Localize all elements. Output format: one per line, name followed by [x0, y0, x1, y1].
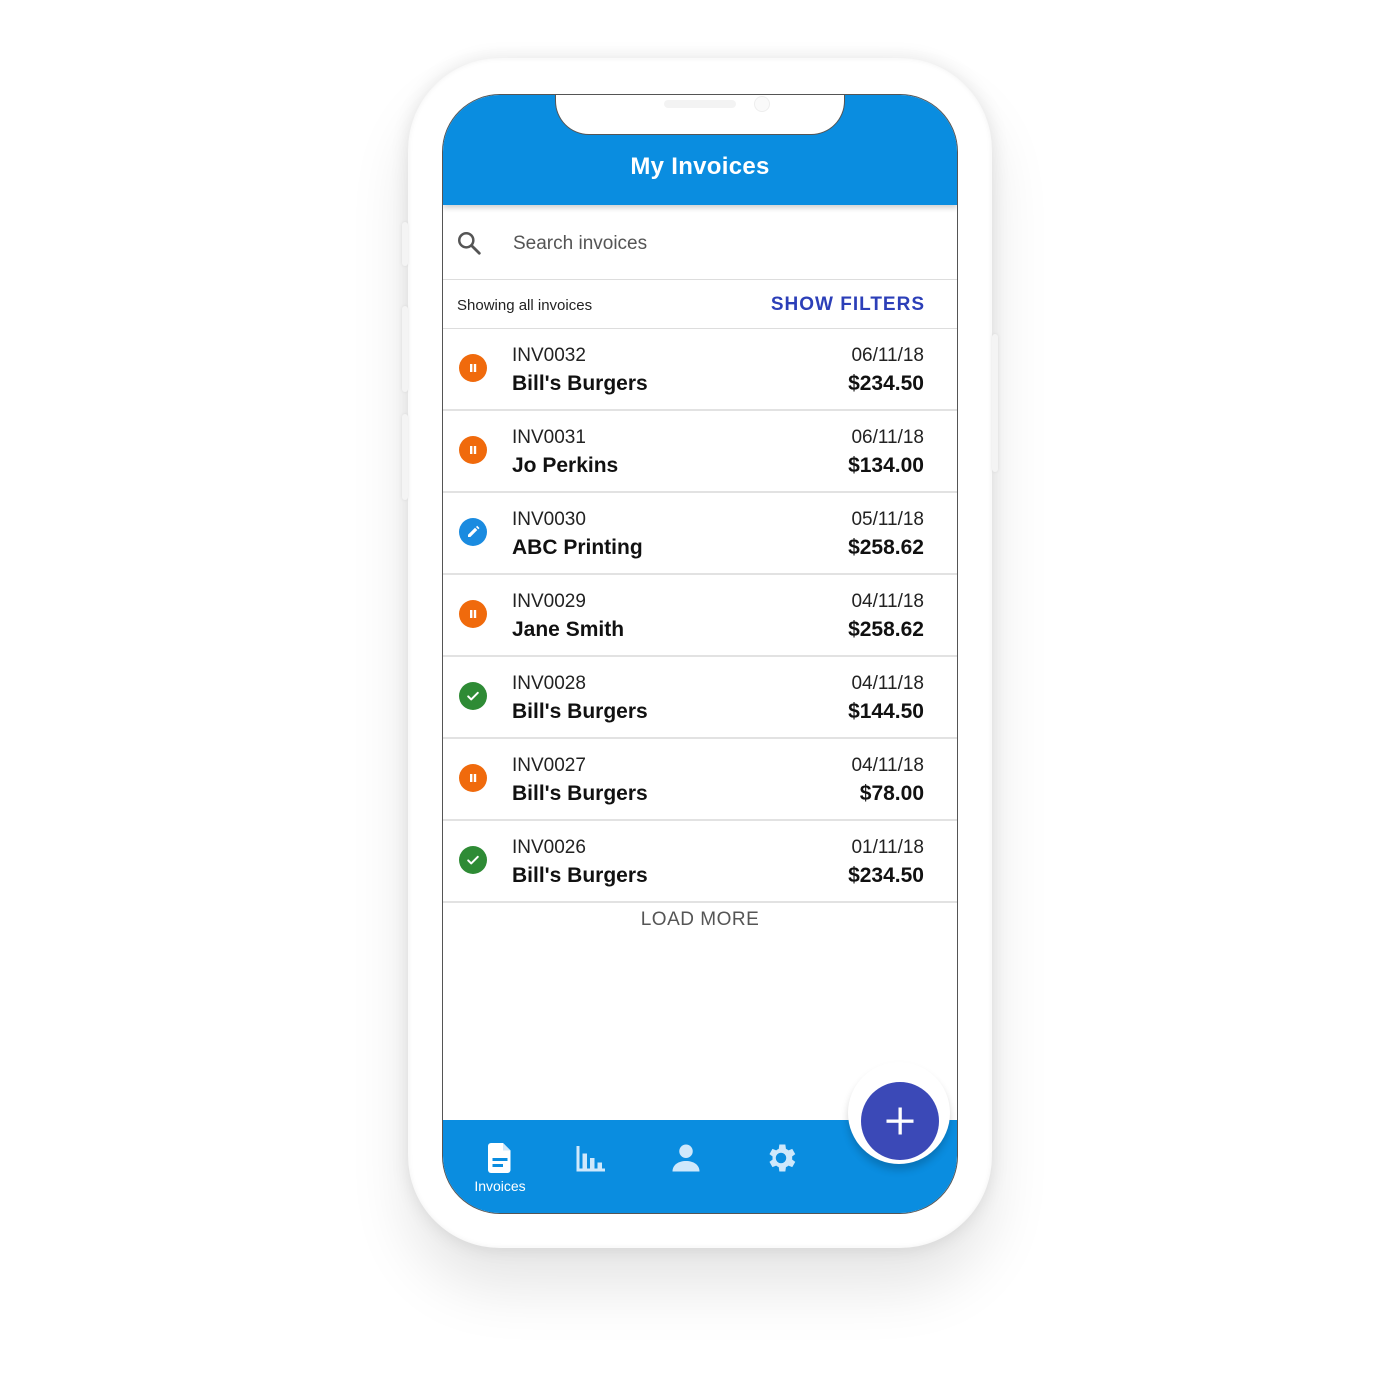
- invoice-row[interactable]: INV0029 Jane Smith 04/11/18 $258.62: [443, 575, 957, 657]
- invoice-number: INV0030: [512, 509, 586, 530]
- client-name: Jane Smith: [512, 618, 625, 641]
- nav-item-settings[interactable]: [746, 1140, 816, 1200]
- status-badge: [459, 846, 487, 874]
- invoice-date: 04/11/18: [851, 673, 924, 694]
- nav-item-invoices[interactable]: Invoices: [465, 1140, 535, 1200]
- phone-camera: [754, 96, 770, 112]
- nav-item-reports[interactable]: [555, 1140, 625, 1200]
- phone-volume-up-button: [402, 306, 408, 392]
- load-more-button[interactable]: LOAD MORE: [443, 909, 957, 931]
- document-icon: [488, 1143, 511, 1173]
- person-icon: [672, 1144, 700, 1172]
- invoice-date: 05/11/18: [851, 509, 924, 530]
- invoice-row[interactable]: INV0030 ABC Printing 05/11/18 $258.62: [443, 493, 957, 575]
- invoice-amount: $258.62: [848, 618, 924, 641]
- status-badge: [459, 600, 487, 628]
- nav-label-invoices: Invoices: [474, 1178, 526, 1194]
- pencil-icon: [468, 525, 480, 537]
- pause-icon: [470, 364, 477, 372]
- status-badge: [459, 764, 487, 792]
- pause-icon: [470, 446, 477, 454]
- invoice-amount: $234.50: [848, 864, 924, 887]
- phone-volume-down-button: [402, 414, 408, 500]
- invoice-row[interactable]: INV0031 Jo Perkins 06/11/18 $134.00: [443, 411, 957, 493]
- phone-screen: My Invoices Showing all invoices SHOW FI…: [442, 94, 958, 1214]
- check-icon: [467, 855, 479, 865]
- client-name: Bill's Burgers: [512, 864, 648, 887]
- filter-bar: Showing all invoices SHOW FILTERS: [443, 280, 957, 329]
- search-input[interactable]: [511, 225, 915, 263]
- show-filters-button[interactable]: SHOW FILTERS: [771, 294, 925, 316]
- invoice-row[interactable]: INV0026 Bill's Burgers 01/11/18 $234.50: [443, 821, 957, 903]
- invoice-row[interactable]: INV0027 Bill's Burgers 04/11/18 $78.00: [443, 739, 957, 821]
- search-icon[interactable]: [456, 230, 482, 256]
- check-icon: [467, 691, 479, 701]
- invoice-number: INV0031: [512, 427, 586, 448]
- phone-power-button: [992, 334, 998, 472]
- invoice-date: 04/11/18: [851, 591, 924, 612]
- page-title: My Invoices: [630, 153, 770, 180]
- client-name: Bill's Burgers: [512, 700, 648, 723]
- client-name: ABC Printing: [512, 536, 643, 559]
- search-bar: [443, 205, 957, 280]
- invoice-amount: $258.62: [848, 536, 924, 559]
- invoice-date: 04/11/18: [851, 755, 924, 776]
- invoice-amount: $78.00: [859, 782, 924, 805]
- status-badge: [459, 518, 487, 546]
- phone-speaker: [664, 100, 736, 108]
- invoice-number: INV0027: [512, 755, 586, 776]
- status-badge: [459, 436, 487, 464]
- phone-mute-switch: [402, 222, 408, 266]
- invoice-date: 01/11/18: [851, 837, 924, 858]
- invoice-number: INV0026: [512, 837, 586, 858]
- invoice-number: INV0029: [512, 591, 586, 612]
- invoice-list: INV0032 Bill's Burgers 06/11/18 $234.50 INV0…: [443, 329, 957, 903]
- invoice-number: INV0028: [512, 673, 586, 694]
- invoice-date: 06/11/18: [851, 345, 924, 366]
- nav-item-profile[interactable]: [651, 1140, 721, 1200]
- status-badge: [459, 354, 487, 382]
- pause-icon: [470, 610, 477, 618]
- invoice-date: 06/11/18: [851, 427, 924, 448]
- bar-chart-icon: [576, 1146, 605, 1172]
- client-name: Bill's Burgers: [512, 782, 648, 805]
- invoice-row[interactable]: INV0028 Bill's Burgers 04/11/18 $144.50: [443, 657, 957, 739]
- client-name: Jo Perkins: [512, 454, 619, 477]
- status-badge: [459, 682, 487, 710]
- invoice-amount: $134.00: [848, 454, 924, 477]
- client-name: Bill's Burgers: [512, 372, 648, 395]
- phone-notch: [555, 95, 845, 135]
- invoice-row[interactable]: INV0032 Bill's Burgers 06/11/18 $234.50: [443, 329, 957, 411]
- add-invoice-button[interactable]: [861, 1082, 939, 1160]
- filter-status-text: Showing all invoices: [457, 297, 593, 314]
- invoice-amount: $234.50: [848, 372, 924, 395]
- invoice-number: INV0032: [512, 345, 586, 366]
- invoice-amount: $144.50: [848, 700, 924, 723]
- gear-icon: [769, 1144, 796, 1172]
- plus-icon: [886, 1107, 914, 1135]
- pause-icon: [470, 774, 477, 782]
